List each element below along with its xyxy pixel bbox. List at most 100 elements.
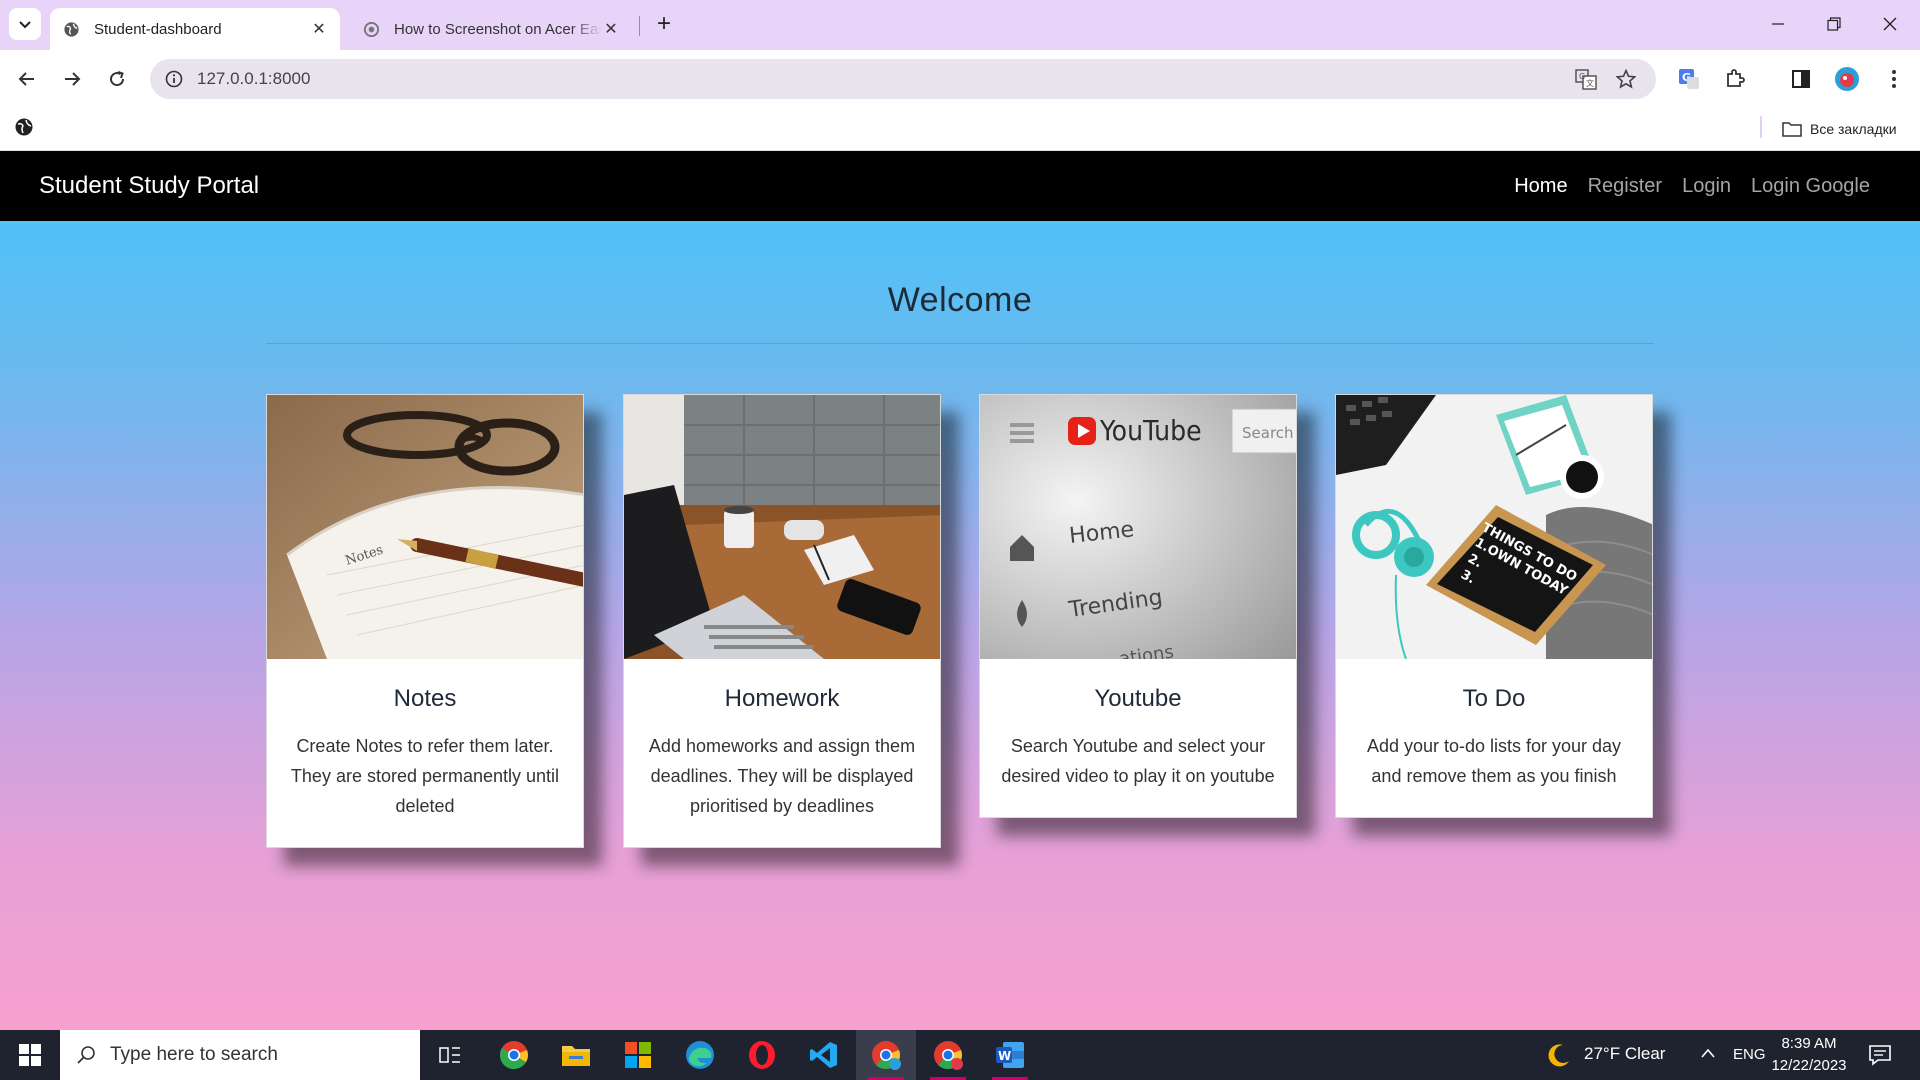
close-window-button[interactable]	[1862, 8, 1918, 40]
taskbar-chrome[interactable]	[484, 1030, 544, 1080]
clock-date: 12/22/2023	[1771, 1057, 1847, 1074]
side-panel-icon[interactable]	[1786, 64, 1816, 94]
word-icon: W	[996, 1042, 1024, 1068]
search-placeholder: Type here to search	[110, 1044, 278, 1065]
site-navbar: Student Study Portal Home Register Login…	[0, 151, 1920, 221]
taskbar-vscode[interactable]	[794, 1030, 854, 1080]
card-description: Add your to-do lists for your day and re…	[1366, 736, 1622, 786]
reload-icon	[110, 71, 125, 87]
notes-image: Notes	[267, 395, 583, 659]
more-menu-icon[interactable]	[1879, 64, 1909, 94]
minimize-button[interactable]	[1750, 8, 1806, 40]
card-notes[interactable]: Notes Notes Create Notes to refer them l…	[266, 394, 584, 848]
back-button[interactable]	[10, 62, 44, 96]
nav-home[interactable]: Home	[1514, 175, 1567, 198]
google-translate-extension-icon[interactable]: G	[1674, 64, 1704, 94]
bookmark-star-icon[interactable]	[1614, 67, 1638, 91]
folder-icon	[562, 1046, 590, 1066]
nav-links: Home Register Login Login Google	[1514, 151, 1870, 221]
profile-avatar[interactable]	[1832, 64, 1862, 94]
card-title: To Do	[1462, 685, 1526, 712]
tab-student-dashboard[interactable]: Student-dashboard ✕	[50, 8, 340, 50]
tab-title: How to Screenshot on Acer Eas	[394, 20, 602, 38]
nav-register[interactable]: Register	[1588, 175, 1662, 198]
minimize-icon	[1772, 23, 1784, 25]
store-icon	[625, 1042, 651, 1068]
language-indicator[interactable]: ENG	[1733, 1046, 1766, 1063]
svg-text:文: 文	[1586, 78, 1594, 88]
loading-icon	[362, 20, 380, 38]
clock-time: 8:39 AM	[1781, 1035, 1837, 1052]
windows-taskbar: Type here to search W 27°F Clear ENG 8:3…	[0, 1030, 1920, 1080]
taskbar-chrome-profile[interactable]	[918, 1030, 978, 1080]
tab-separator	[639, 16, 640, 36]
nav-login-google[interactable]: Login Google	[1751, 175, 1870, 198]
notifications-icon[interactable]	[1868, 1043, 1892, 1072]
taskbar-opera[interactable]	[732, 1030, 792, 1080]
homework-image	[624, 395, 940, 659]
youtube-search-text: Search	[1242, 424, 1294, 442]
card-homework[interactable]: Homework Add homeworks and assign them d…	[623, 394, 941, 848]
weather-text[interactable]: 27°F Clear	[1584, 1044, 1665, 1064]
url-text: 127.0.0.1:8000	[197, 69, 311, 88]
translate-icon[interactable]: G文	[1574, 67, 1598, 91]
svg-text:W: W	[998, 1049, 1011, 1063]
apps-globe-icon[interactable]	[14, 117, 34, 142]
chrome-icon	[500, 1041, 528, 1070]
card-todo[interactable]: THINGS TO DO 1.OWN TODAY 2. 3. To Do Add…	[1335, 394, 1653, 818]
taskbar-file-explorer[interactable]	[546, 1030, 606, 1080]
globe-icon	[62, 20, 80, 38]
all-bookmarks-label: Все закладки	[1810, 121, 1897, 137]
page-viewport: Student Study Portal Home Register Login…	[0, 151, 1920, 1030]
bookmarks-bar: Все закладки	[0, 108, 1920, 151]
new-tab-button[interactable]: +	[650, 10, 678, 38]
chevron-down-icon	[19, 21, 31, 29]
card-description: Search Youtube and select your desired v…	[1001, 736, 1275, 786]
taskbar-microsoft-store[interactable]	[608, 1030, 668, 1080]
chrome-icon	[872, 1041, 901, 1070]
close-tab-icon[interactable]: ✕	[602, 19, 620, 39]
card-title: Notes	[393, 685, 457, 712]
todo-image: THINGS TO DO 1.OWN TODAY 2. 3.	[1336, 395, 1652, 659]
close-tab-icon[interactable]: ✕	[310, 19, 328, 39]
tab-title: Student-dashboard	[94, 20, 222, 38]
site-brand[interactable]: Student Study Portal	[39, 151, 259, 221]
show-hidden-icons-chevron-icon[interactable]	[1700, 1046, 1716, 1064]
address-bar[interactable]: 127.0.0.1:8000 G文	[150, 59, 1656, 99]
title-divider	[266, 343, 1654, 344]
weather-moon-icon[interactable]	[1545, 1042, 1571, 1073]
arrow-left-icon	[18, 72, 34, 86]
browser-tab-strip: Student-dashboard ✕ How to Screenshot on…	[0, 0, 1920, 50]
card-title: Youtube	[1094, 685, 1182, 712]
start-button[interactable]	[0, 1030, 60, 1080]
windows-logo-icon	[19, 1044, 41, 1066]
folder-icon	[1782, 122, 1802, 137]
reload-button[interactable]	[100, 62, 134, 96]
arrow-right-icon	[65, 72, 81, 86]
forward-button[interactable]	[55, 62, 89, 96]
search-icon	[77, 1046, 95, 1064]
task-view-button[interactable]	[420, 1030, 480, 1080]
card-youtube[interactable]: YouTube Search Home Trending ations Yout…	[979, 394, 1297, 818]
vscode-icon	[810, 1042, 837, 1068]
extensions-puzzle-icon[interactable]	[1720, 64, 1750, 94]
tab-acer-screenshot[interactable]: How to Screenshot on Acer Eas ✕	[350, 8, 632, 50]
site-info-icon[interactable]	[162, 67, 186, 91]
nav-login[interactable]: Login	[1682, 175, 1731, 198]
close-icon	[1883, 17, 1897, 31]
card-title: Homework	[724, 685, 840, 712]
chrome-icon	[934, 1041, 963, 1070]
taskbar-edge[interactable]	[670, 1030, 730, 1080]
card-description: Create Notes to refer them later. They a…	[290, 736, 560, 816]
taskbar-chrome-active[interactable]	[856, 1030, 916, 1080]
taskbar-clock[interactable]: 8:39 AM 12/22/2023	[1764, 1033, 1854, 1077]
restore-button[interactable]	[1806, 8, 1862, 40]
page-title: Welcome	[887, 281, 1033, 319]
tab-search-button[interactable]	[9, 8, 41, 40]
taskbar-word[interactable]: W	[980, 1030, 1040, 1080]
edge-icon	[686, 1041, 714, 1069]
bookmarks-separator	[1760, 116, 1762, 138]
all-bookmarks-button[interactable]: Все закладки	[1782, 116, 1897, 142]
taskbar-search-box[interactable]: Type here to search	[60, 1030, 420, 1080]
browser-toolbar: 127.0.0.1:8000 G文 G	[0, 50, 1920, 108]
